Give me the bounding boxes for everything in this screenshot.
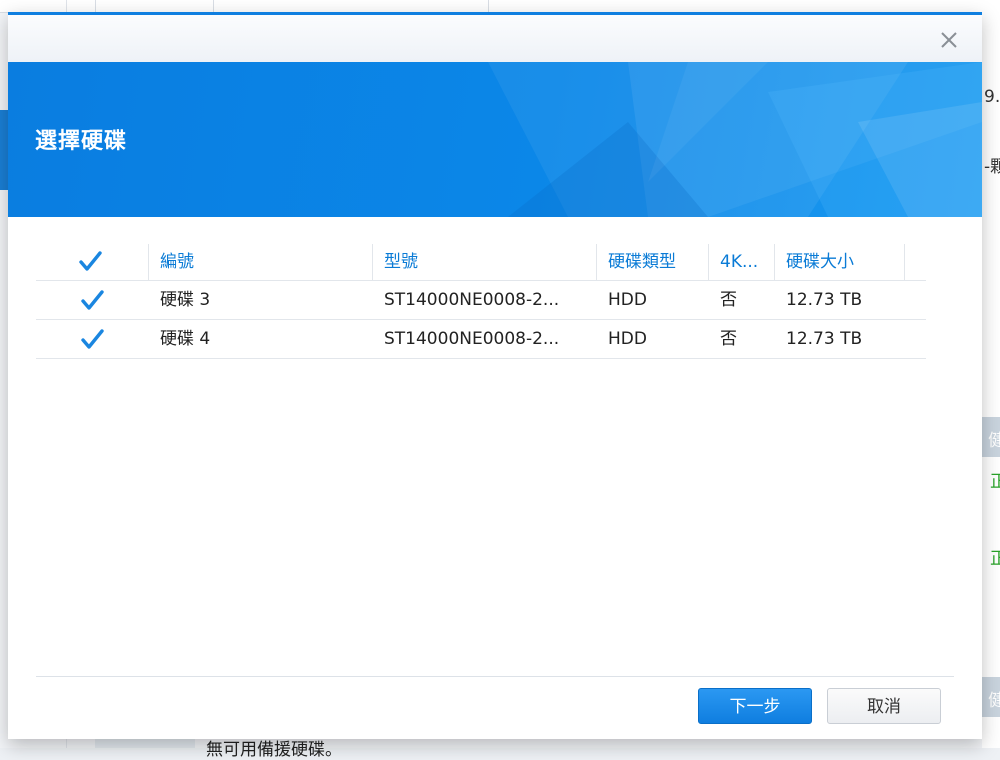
cell-model: ST14000NE0008-2...	[384, 329, 560, 349]
column-header-id[interactable]: 編號	[160, 244, 194, 280]
row-checkbox[interactable]	[80, 328, 104, 352]
cancel-button[interactable]: 取消	[827, 688, 941, 724]
cell-4k: 否	[720, 329, 737, 349]
row-checkbox[interactable]	[80, 289, 104, 313]
checkmark-icon	[81, 329, 104, 349]
cell-id: 硬碟 4	[160, 329, 211, 349]
checkmark-icon	[79, 251, 102, 271]
background-status-text: 正	[990, 549, 1000, 569]
column-header-size[interactable]: 硬碟大小	[786, 244, 854, 280]
column-header-type[interactable]: 硬碟類型	[608, 244, 676, 280]
background-header-band: 健	[982, 417, 1000, 457]
cell-id: 硬碟 3	[160, 290, 211, 310]
close-icon	[941, 32, 957, 48]
background-text: -顆	[984, 157, 1000, 177]
select-disk-dialog: 選擇硬碟 編號 型號 硬碟類型 4K... 硬碟大小 硬碟 3 ST14000N…	[8, 12, 982, 739]
cell-size: 12.73 TB	[786, 329, 863, 349]
dialog-titlebar	[8, 15, 982, 62]
cell-type: HDD	[608, 329, 647, 349]
table-row[interactable]: 硬碟 4 ST14000NE0008-2... HDD 否 12.73 TB	[36, 320, 926, 359]
footer-divider	[36, 676, 954, 677]
dialog-title: 選擇硬碟	[35, 129, 128, 154]
next-button[interactable]: 下一步	[698, 688, 812, 724]
cell-model: ST14000NE0008-2...	[384, 290, 560, 310]
background-text: 9.	[984, 87, 1000, 107]
table-row[interactable]: 硬碟 3 ST14000NE0008-2... HDD 否 12.73 TB	[36, 281, 926, 320]
column-header-4k[interactable]: 4K...	[720, 244, 770, 280]
disk-table: 編號 型號 硬碟類型 4K... 硬碟大小 硬碟 3 ST14000NE0008…	[36, 244, 926, 359]
background-header-band: 健	[982, 677, 1000, 717]
cell-4k: 否	[720, 290, 737, 310]
dialog-banner: 選擇硬碟	[8, 62, 982, 217]
column-header-model[interactable]: 型號	[384, 244, 418, 280]
background-sidebar-selected	[0, 110, 8, 190]
close-button[interactable]	[938, 29, 960, 51]
select-all-checkbox[interactable]	[78, 250, 102, 274]
cell-type: HDD	[608, 290, 647, 310]
checkmark-icon	[81, 290, 104, 310]
cell-size: 12.73 TB	[786, 290, 863, 310]
background-status-text: 正	[990, 472, 1000, 492]
table-header: 編號 型號 硬碟類型 4K... 硬碟大小	[36, 244, 926, 281]
background-right-panel: 9. -顆 健 正 正 健	[982, 12, 1000, 748]
